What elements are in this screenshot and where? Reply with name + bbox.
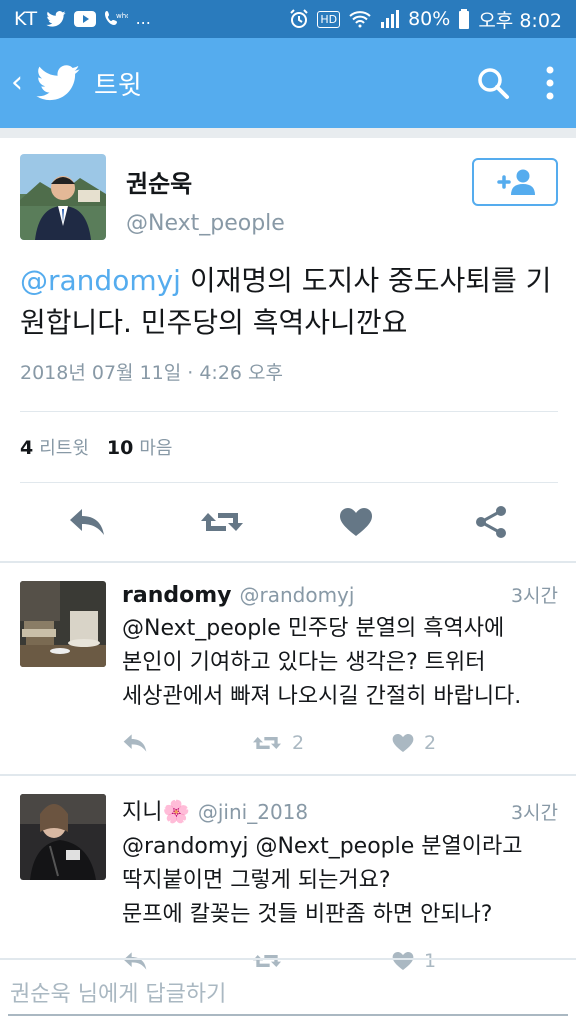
reply-text-line: @Next_people 민주당 분열의 흑역사에 <box>122 616 505 641</box>
main-tweet: 권순욱 @Next_people @randomyj 이재명의 도지사 중도사퇴… <box>0 138 576 561</box>
follow-user-icon <box>497 169 535 195</box>
reply-author-name[interactable]: randomy <box>122 583 231 608</box>
heart-icon <box>392 733 414 753</box>
battery-percent: 80% <box>408 8 451 30</box>
page-title: 트윗 <box>94 70 142 101</box>
reply-text-line: 문프에 칼꽂는 것들 비판좀 하면 안되나? <box>122 902 493 927</box>
reply-tweet[interactable]: randomy @randomyj 3시간 @Next_people 민주당 분… <box>0 563 576 768</box>
heart-icon <box>340 508 373 536</box>
tweet-actions <box>20 483 558 561</box>
tweet-timestamp: 2018년 07월 11일 · 4:26 오후 <box>20 362 284 384</box>
reply-text-line: 세상관에서 빠져 나오시길 간절히 바랍니다. <box>122 684 522 709</box>
user-handle[interactable]: @Next_people <box>126 211 285 236</box>
reply-actions: 2 2 <box>122 718 558 768</box>
reply-icon <box>123 734 147 752</box>
search-icon[interactable] <box>476 66 510 100</box>
like-button[interactable]: 2 <box>392 732 436 754</box>
back-button[interactable]: ‹ <box>2 68 32 98</box>
like-button[interactable] <box>332 498 380 546</box>
top-spacer <box>0 128 576 138</box>
like-count: 10 <box>106 437 134 459</box>
carrier-label: KT <box>14 8 38 30</box>
reply-author-name[interactable]: 지니🌸 <box>122 794 190 826</box>
retweet-icon <box>253 737 281 749</box>
reply-text-line: @randomyj @Next_people 분열이라고 <box>122 834 523 859</box>
display-name[interactable]: 권순욱 <box>126 164 285 199</box>
share-icon <box>475 506 506 538</box>
follow-button[interactable] <box>472 158 558 206</box>
battery-icon <box>459 9 470 29</box>
avatar[interactable] <box>20 794 106 880</box>
clock: 오후 8:02 <box>478 9 562 32</box>
reply-composer[interactable]: 권순욱 님에게 답글하기 <box>0 958 576 1024</box>
phone-who-icon: who <box>104 11 128 25</box>
like-label: 마음 <box>139 438 173 459</box>
hd-voice-icon: HD <box>317 10 341 28</box>
retweet-label: 리트윗 <box>39 438 89 459</box>
twitter-bird-icon[interactable] <box>36 65 80 101</box>
svg-text:who: who <box>116 12 128 20</box>
reply-tweet[interactable]: 지니🌸 @jini_2018 3시간 @randomyj @Next_peopl… <box>0 776 576 986</box>
signal-icon <box>381 10 400 28</box>
wifi-icon <box>349 11 371 28</box>
engagement-stats: 4 리트윗 10 마음 <box>20 411 558 483</box>
overflow-menu-icon[interactable] <box>546 66 554 100</box>
reply-icon <box>70 509 105 535</box>
retweet-count: 2 <box>292 732 305 754</box>
retweet-button[interactable]: 2 <box>252 732 392 754</box>
retweet-count: 4 <box>20 437 34 459</box>
retweet-stat[interactable]: 4 리트윗 <box>20 434 89 460</box>
retweet-button[interactable] <box>198 498 246 546</box>
reply-author-handle[interactable]: @jini_2018 <box>198 800 308 824</box>
like-stat[interactable]: 10 마음 <box>107 434 173 460</box>
avatar[interactable] <box>20 581 106 667</box>
reply-author-handle[interactable]: @randomyj <box>239 583 354 607</box>
reply-time: 3시간 <box>510 802 558 824</box>
avatar[interactable] <box>20 154 106 240</box>
retweet-icon <box>200 513 243 531</box>
input-underline <box>8 1014 568 1016</box>
app-bar: ‹ 트윗 <box>0 38 576 128</box>
share-button[interactable] <box>467 498 515 546</box>
youtube-notification-icon <box>73 11 96 27</box>
reply-button[interactable] <box>122 733 252 753</box>
reply-text: @randomyj @Next_people 분열이라고 딱지붙이면 그렇게 되… <box>122 830 558 932</box>
reply-text-line: 본인이 기여하고 있다는 생각은? 트위터 <box>122 650 486 675</box>
reply-text-line: 딱지붙이면 그렇게 되는거요? <box>122 868 391 893</box>
tweet-text: @randomyj 이재명의 도지사 중도사퇴를 기원합니다. 민주당의 흑역사… <box>20 260 558 344</box>
reply-text: @Next_people 민주당 분열의 흑역사에 본인이 기여하고 있다는 생… <box>122 612 558 714</box>
reply-input[interactable]: 권순욱 님에게 답글하기 <box>10 976 226 1008</box>
reply-time: 3시간 <box>510 585 558 607</box>
status-bar: KT who ... HD 80% 오후 8:02 <box>0 0 576 38</box>
alarm-icon <box>290 9 309 28</box>
mention-link[interactable]: @randomyj <box>20 264 181 297</box>
more-notifications-icon: ... <box>135 9 151 28</box>
reply-button[interactable] <box>63 498 111 546</box>
tweet-detail: 권순욱 @Next_people @randomyj 이재명의 도지사 중도사퇴… <box>0 128 576 1024</box>
twitter-notification-icon <box>45 11 66 27</box>
like-count: 2 <box>424 732 437 754</box>
